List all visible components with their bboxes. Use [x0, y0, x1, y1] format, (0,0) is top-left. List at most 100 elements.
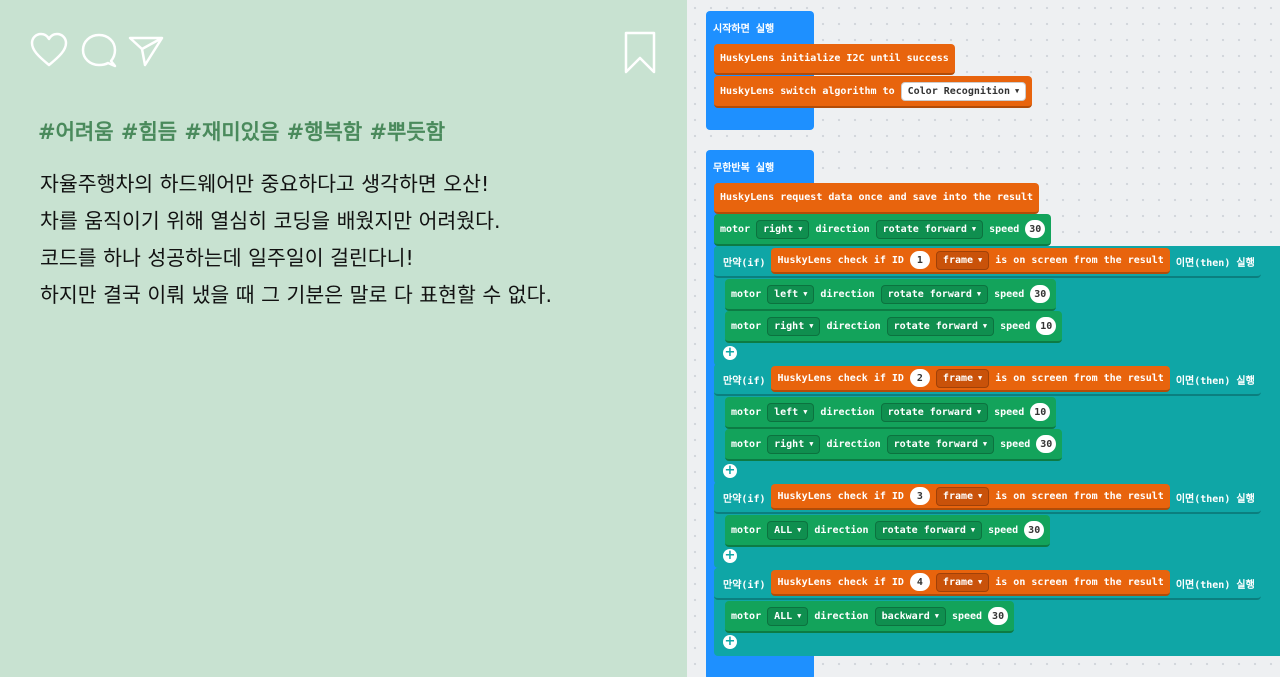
request-text: HuskyLens request data once and save int…: [720, 192, 1034, 203]
frame-dropdown[interactable]: frame ▼: [935, 572, 990, 592]
direction-value: rotate forward: [881, 524, 966, 536]
caption-line: 자율주행차의 하드웨어만 중요하다고 생각하면 오산!: [40, 172, 490, 196]
direction-dropdown[interactable]: rotate forward ▼: [886, 434, 995, 454]
add-else-plus-icon[interactable]: +: [723, 635, 737, 649]
frame-dropdown[interactable]: frame ▼: [935, 486, 990, 506]
bookmark-icon[interactable]: [623, 30, 657, 76]
id-input[interactable]: 1: [909, 251, 930, 269]
if-header: 만약(if) HuskyLens check if ID 3 frame ▼ is…: [714, 482, 1261, 514]
direction-value: rotate forward: [893, 320, 978, 332]
id-input[interactable]: 2: [909, 369, 930, 387]
then-label: 이면(then) 실행: [1175, 493, 1255, 505]
chevron-down-icon: ▼: [798, 225, 803, 233]
speed-word: speed: [1000, 438, 1031, 450]
add-else-plus-icon[interactable]: +: [723, 346, 737, 360]
chevron-down-icon: ▼: [978, 374, 983, 382]
motor-value: right: [774, 320, 805, 332]
speed-word: speed: [951, 610, 983, 622]
speed-input[interactable]: 30: [1025, 220, 1046, 238]
direction-dropdown[interactable]: rotate forward ▼: [874, 520, 983, 540]
speed-word: speed: [989, 223, 1020, 235]
id-input[interactable]: 4: [909, 573, 930, 591]
motor-value: right: [774, 438, 805, 450]
direction-value: rotate forward: [882, 223, 967, 235]
motor-dropdown[interactable]: left ▼: [767, 284, 815, 304]
chevron-down-icon: ▼: [971, 225, 977, 233]
paper-plane-icon[interactable]: [128, 34, 164, 68]
init-text: HuskyLens initialize I2C until success: [720, 53, 949, 64]
caption-line: 코드를 하나 성공하는데 일주일이 걸린다니!: [40, 246, 414, 270]
check-prefix: HuskyLens check if ID: [777, 490, 904, 502]
motor-block[interactable]: motor left ▼ direction rotate forward ▼ sp…: [725, 279, 1057, 311]
heart-icon[interactable]: [30, 32, 68, 68]
if-header: 만약(if) HuskyLens check if ID 1 frame ▼ is…: [714, 246, 1261, 278]
direction-dropdown[interactable]: rotate forward ▼: [880, 402, 989, 422]
motor-block[interactable]: motor ALL ▼ direction backward ▼ speed 30: [725, 601, 1015, 633]
direction-dropdown[interactable]: rotate forward ▼: [875, 219, 984, 239]
chevron-down-icon: ▼: [978, 578, 983, 586]
motor-word: motor: [731, 406, 762, 418]
motor-word: motor: [731, 288, 762, 300]
motor-dropdown[interactable]: ALL ▼: [767, 520, 809, 540]
speed-input[interactable]: 10: [1036, 317, 1057, 335]
speed-word: speed: [994, 406, 1025, 418]
add-else-plus-icon[interactable]: +: [723, 464, 737, 478]
direction-word: direction: [826, 320, 881, 332]
motor-word: motor: [731, 610, 762, 622]
motor-dropdown[interactable]: ALL ▼: [767, 606, 809, 626]
chevron-down-icon: ▼: [809, 440, 814, 448]
motor-block[interactable]: motor right ▼ direction rotate forward ▼ s…: [725, 429, 1063, 461]
check-suffix: is on screen from the result: [995, 576, 1164, 588]
motor-value: left: [774, 406, 799, 418]
motor-dropdown[interactable]: right ▼: [767, 434, 821, 454]
huskylens-check-block[interactable]: HuskyLens check if ID 2 frame ▼ is on scr…: [771, 366, 1170, 392]
speed-input[interactable]: 30: [1024, 521, 1045, 539]
speed-input[interactable]: 30: [988, 607, 1009, 625]
add-else-plus-icon[interactable]: +: [723, 549, 737, 563]
algorithm-value: Color Recognition: [907, 85, 1010, 97]
direction-word: direction: [814, 610, 869, 622]
direction-value: rotate forward: [887, 406, 972, 418]
post-caption: 자율주행차의 하드웨어만 중요하다고 생각하면 오산! 차를 움직이기 위해 열…: [40, 166, 552, 314]
direction-dropdown[interactable]: rotate forward ▼: [886, 316, 995, 336]
huskylens-check-block[interactable]: HuskyLens check if ID 3 frame ▼ is on scr…: [771, 484, 1170, 510]
motor-word: motor: [731, 438, 762, 450]
chevron-down-icon: ▼: [797, 612, 802, 620]
frame-dropdown[interactable]: frame ▼: [935, 250, 990, 270]
huskylens-check-block[interactable]: HuskyLens check if ID 1 frame ▼ is on scr…: [771, 248, 1170, 274]
speed-input[interactable]: 30: [1036, 435, 1057, 453]
direction-word: direction: [820, 406, 875, 418]
check-prefix: HuskyLens check if ID: [777, 576, 904, 588]
huskylens-init-block[interactable]: HuskyLens initialize I2C until success: [714, 44, 955, 75]
huskylens-switch-block[interactable]: HuskyLens switch algorithm to Color Reco…: [714, 76, 1033, 108]
motor-block[interactable]: motor right ▼ direction rotate forward ▼ s…: [725, 311, 1063, 343]
motor-block[interactable]: motor ALL ▼ direction rotate forward ▼ spe…: [725, 515, 1051, 547]
check-prefix: HuskyLens check if ID: [777, 372, 904, 384]
frame-value: frame: [942, 576, 974, 588]
id-input[interactable]: 3: [909, 487, 930, 505]
frame-value: frame: [942, 254, 974, 266]
check-suffix: is on screen from the result: [995, 372, 1164, 384]
motor-dropdown[interactable]: left ▼: [767, 402, 815, 422]
huskylens-check-block[interactable]: HuskyLens check if ID 4 frame ▼ is on scr…: [771, 570, 1170, 596]
huskylens-request-block[interactable]: HuskyLens request data once and save int…: [714, 183, 1040, 214]
chevron-down-icon: ▼: [1014, 87, 1020, 95]
motor-dropdown[interactable]: right ▼: [767, 316, 821, 336]
frame-dropdown[interactable]: frame ▼: [935, 368, 990, 388]
algorithm-dropdown[interactable]: Color Recognition ▼: [900, 81, 1027, 101]
direction-value: rotate forward: [893, 438, 978, 450]
motor-block[interactable]: motor right ▼ direction rotate forward ▼ s…: [714, 214, 1052, 246]
motor-dropdown[interactable]: right ▼: [756, 219, 810, 239]
check-suffix: is on screen from the result: [995, 254, 1164, 266]
motor-word: motor: [731, 524, 762, 536]
direction-dropdown[interactable]: backward ▼: [874, 606, 946, 626]
motor-block[interactable]: motor left ▼ direction rotate forward ▼ sp…: [725, 397, 1057, 429]
speed-input[interactable]: 30: [1030, 285, 1051, 303]
direction-dropdown[interactable]: rotate forward ▼: [880, 284, 989, 304]
comment-bubble-icon[interactable]: [80, 32, 118, 68]
chevron-down-icon: ▼: [970, 526, 976, 534]
makecode-workspace[interactable]: 시작하면 실행 HuskyLens initialize I2C until s…: [687, 0, 1280, 677]
speed-input[interactable]: 10: [1030, 403, 1051, 421]
hashtags[interactable]: #어려움 #힘듬 #재미있음 #행복함 #뿌듯함: [38, 116, 445, 146]
motor-value: ALL: [774, 610, 793, 622]
